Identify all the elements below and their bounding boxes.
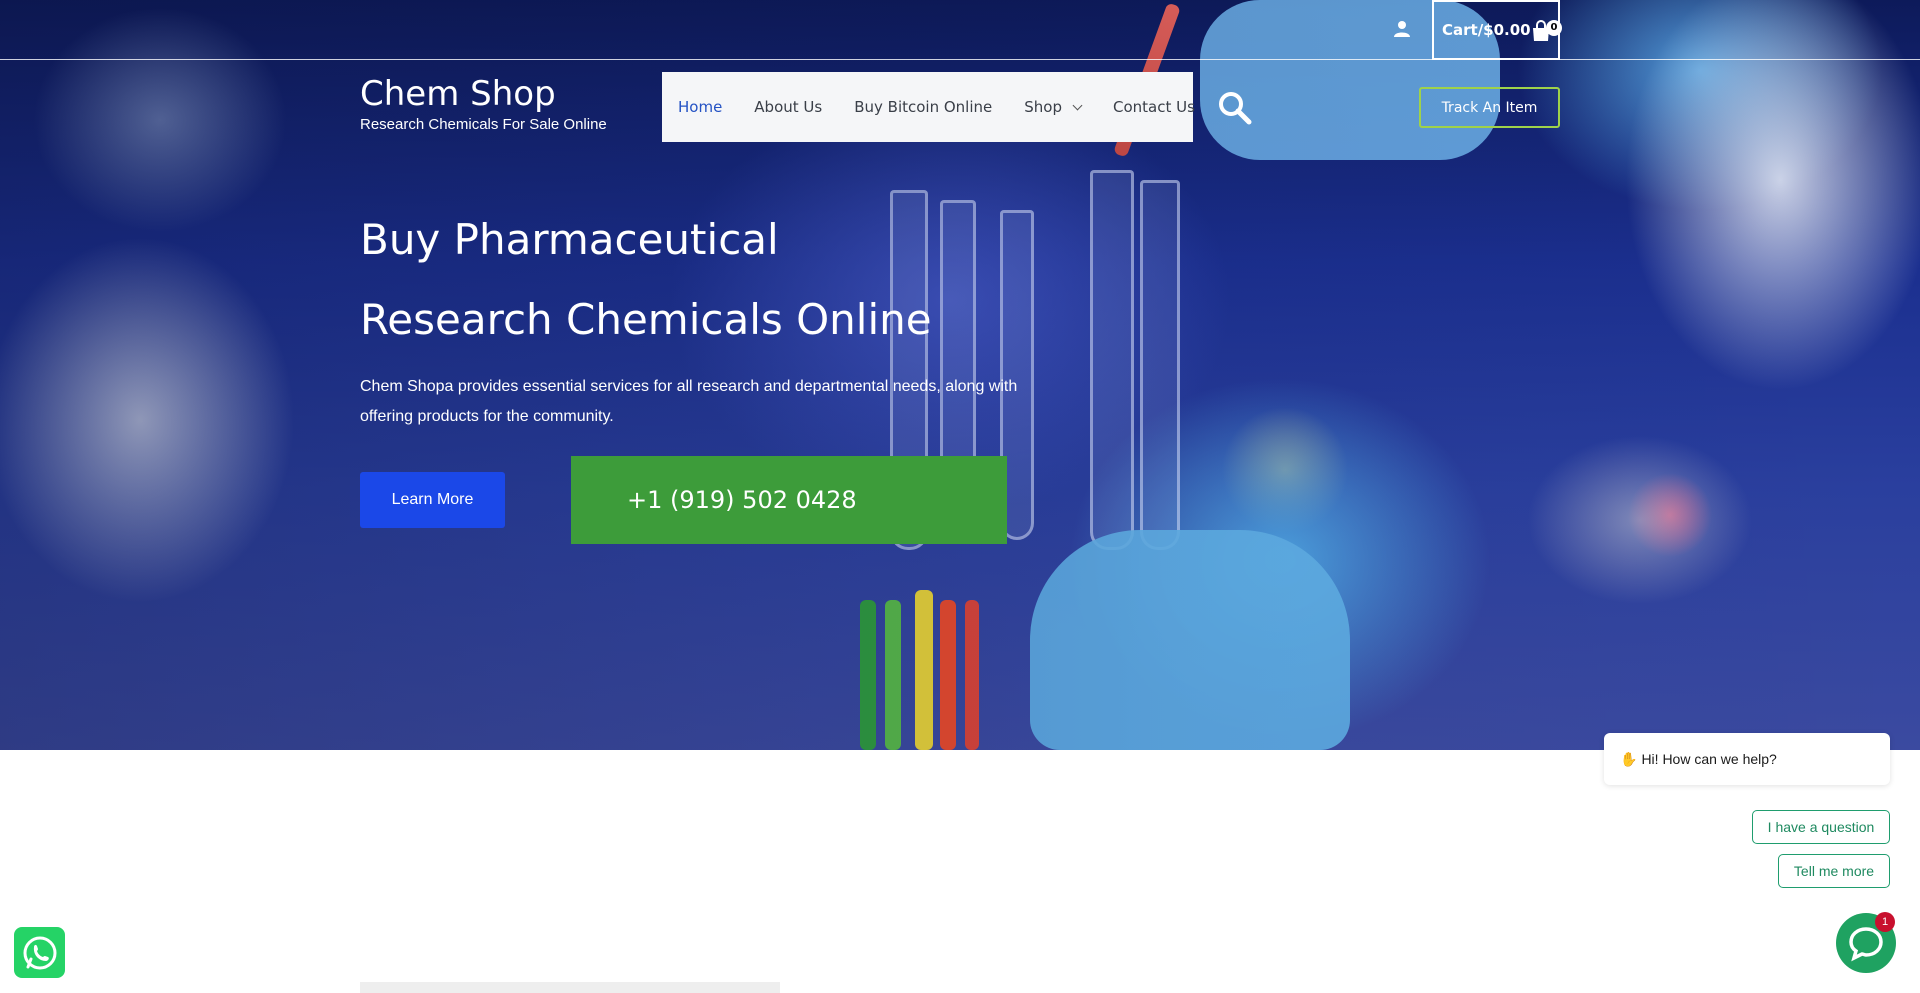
site-tagline: Research Chemicals For Sale Online bbox=[360, 116, 607, 133]
account-icon[interactable] bbox=[1393, 20, 1411, 38]
phone-call-button[interactable]: +1 (919) 502 0428 bbox=[571, 456, 1007, 544]
chevron-down-icon bbox=[1072, 100, 1083, 110]
chat-option-tell-more[interactable]: Tell me more bbox=[1778, 854, 1890, 888]
content-section-edge bbox=[360, 982, 780, 993]
nav-item-shop[interactable]: Shop bbox=[1024, 98, 1083, 116]
hero-heading-line1: Buy Pharmaceutical bbox=[360, 215, 779, 264]
search-icon[interactable] bbox=[1217, 90, 1253, 126]
track-item-button[interactable]: Track An Item bbox=[1419, 87, 1560, 128]
cart-count-badge: 0 bbox=[1546, 20, 1562, 36]
site-title[interactable]: Chem Shop bbox=[360, 74, 607, 114]
nav-item-buy-bitcoin-online[interactable]: Buy Bitcoin Online bbox=[854, 98, 992, 116]
hero-heading: Buy Pharmaceutical Research Chemicals On… bbox=[360, 200, 1160, 360]
waving-hand-icon: ✋ bbox=[1620, 750, 1638, 767]
main-navigation: Home About Us Buy Bitcoin Online Shop Co… bbox=[662, 72, 1195, 142]
site-branding[interactable]: Chem Shop Research Chemicals For Sale On… bbox=[360, 74, 607, 133]
cart-label: Cart/$0.00 bbox=[1442, 21, 1531, 39]
nav-item-about-us[interactable]: About Us bbox=[754, 98, 822, 116]
hero-heading-line2: Research Chemicals Online bbox=[360, 295, 932, 344]
whatsapp-icon bbox=[23, 936, 56, 969]
top-bar: Cart/$0.00 0 bbox=[0, 0, 1920, 60]
chat-notification-badge: 1 bbox=[1875, 912, 1895, 932]
learn-more-button[interactable]: Learn More bbox=[360, 472, 505, 528]
whatsapp-button[interactable] bbox=[14, 927, 65, 978]
nav-item-home[interactable]: Home bbox=[678, 98, 722, 116]
chat-greeting: ✋ Hi! How can we help? bbox=[1604, 733, 1890, 785]
chat-greeting-text: Hi! How can we help? bbox=[1641, 751, 1777, 767]
chat-option-question[interactable]: I have a question bbox=[1752, 810, 1890, 844]
cart-button[interactable]: Cart/$0.00 0 bbox=[1432, 0, 1562, 60]
nav-item-contact-us[interactable]: Contact Us bbox=[1113, 98, 1195, 116]
hero-description: Chem Shopa provides essential services f… bbox=[360, 378, 1018, 425]
